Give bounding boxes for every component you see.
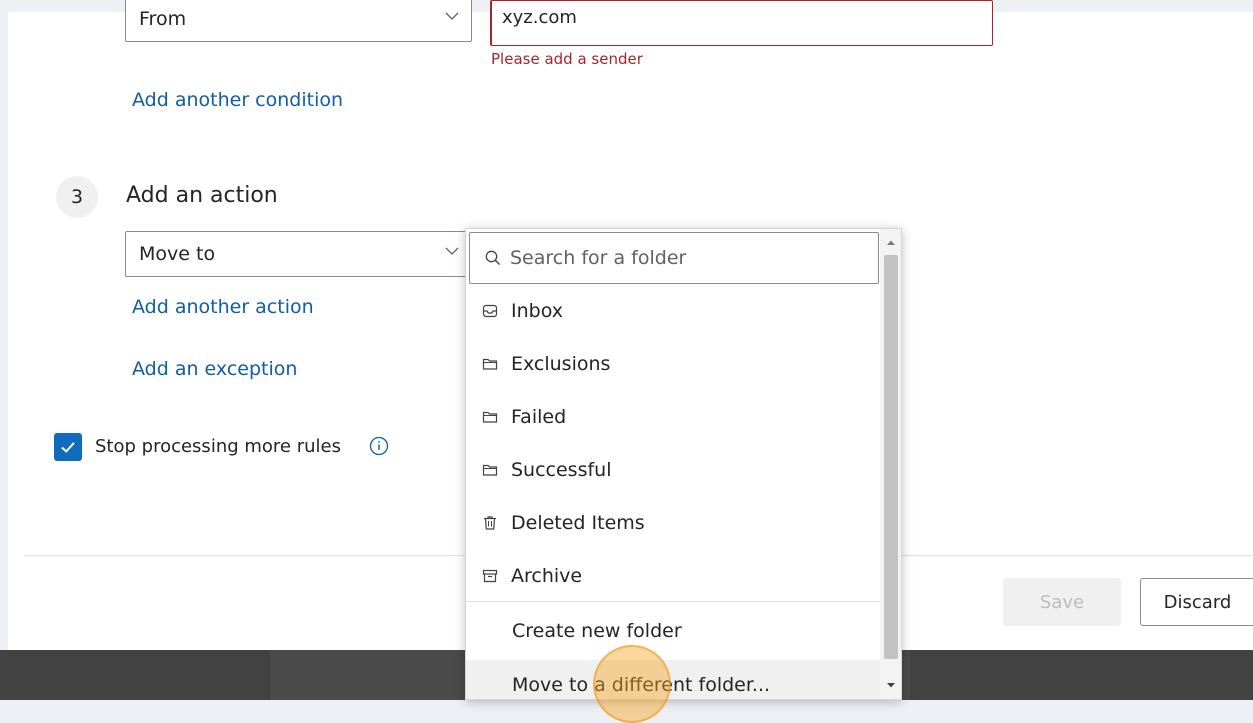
create-new-folder-option[interactable]: Create new folder	[466, 606, 880, 656]
condition-field-value: From	[139, 8, 187, 30]
add-another-condition-link[interactable]: Add another condition	[132, 89, 343, 111]
condition-field-select[interactable]: From	[125, 0, 472, 42]
action-heading: Add an action	[126, 183, 278, 208]
folder-search-placeholder: Search for a folder	[510, 247, 687, 269]
archive-icon	[481, 567, 499, 585]
checkmark-icon	[61, 442, 75, 453]
inbox-icon	[481, 302, 499, 320]
folder-item-label: Exclusions	[511, 353, 611, 375]
folder-item-label: Inbox	[511, 300, 563, 322]
folder-item-failed[interactable]: Failed	[466, 392, 880, 442]
scroll-down-icon[interactable]	[885, 679, 897, 691]
folder-item-label: Deleted Items	[511, 512, 645, 534]
stop-processing-checkbox[interactable]	[54, 433, 82, 461]
create-new-folder-label: Create new folder	[512, 620, 682, 642]
discard-button[interactable]: Discard	[1140, 578, 1253, 626]
move-to-different-folder-label: Move to a different folder...	[512, 674, 771, 696]
action-select-value: Move to	[139, 243, 216, 265]
folder-item-label: Failed	[511, 406, 567, 428]
dropdown-scrollbar[interactable]	[880, 229, 901, 699]
stop-processing-label: Stop processing more rules	[95, 436, 341, 457]
scrollbar-thumb[interactable]	[884, 255, 898, 659]
sender-input-value: xyz.com	[502, 7, 577, 28]
dropdown-separator	[466, 601, 880, 602]
trash-icon	[481, 514, 499, 532]
add-exception-link[interactable]: Add an exception	[132, 358, 297, 380]
folder-icon	[481, 355, 499, 373]
folder-dropdown: Search for a folder Inbox Exclusions Fai…	[465, 228, 902, 700]
move-to-different-folder-option[interactable]: Move to a different folder...	[466, 660, 880, 699]
folder-item-deleted-items[interactable]: Deleted Items	[466, 498, 880, 548]
scroll-up-icon[interactable]	[885, 237, 897, 249]
folder-item-label: Archive	[511, 565, 583, 587]
sender-input[interactable]: xyz.com	[490, 0, 993, 46]
save-button[interactable]: Save	[1003, 578, 1121, 626]
info-icon[interactable]	[369, 436, 389, 456]
sender-error-message: Please add a sender	[491, 50, 643, 68]
folder-item-successful[interactable]: Successful	[466, 445, 880, 495]
step-number: 3	[70, 186, 84, 208]
chevron-down-icon	[445, 12, 459, 20]
folder-search-input[interactable]: Search for a folder	[469, 232, 879, 284]
action-select[interactable]: Move to	[125, 231, 472, 277]
chevron-down-icon	[445, 247, 459, 255]
folder-item-inbox[interactable]: Inbox	[466, 286, 880, 336]
search-icon	[485, 250, 500, 265]
folder-icon	[481, 461, 499, 479]
folder-icon	[481, 408, 499, 426]
step-number-badge: 3	[56, 176, 98, 218]
folder-item-exclusions[interactable]: Exclusions	[466, 339, 880, 389]
folder-item-archive[interactable]: Archive	[466, 551, 880, 601]
add-another-action-link[interactable]: Add another action	[132, 296, 314, 318]
folder-item-label: Successful	[511, 459, 612, 481]
